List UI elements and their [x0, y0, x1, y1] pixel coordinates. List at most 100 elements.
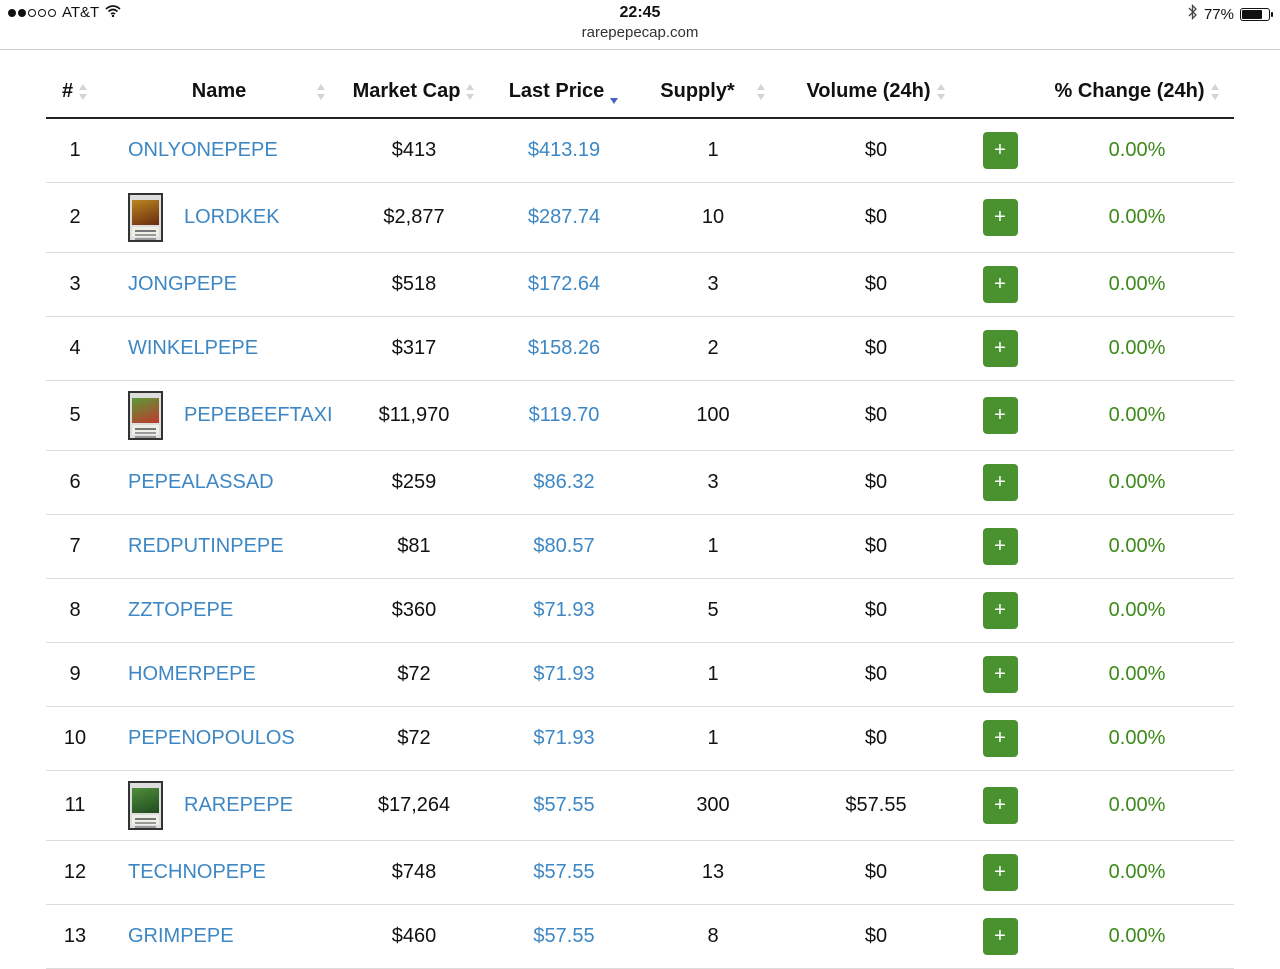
column-header-last-price[interactable]: Last Price [494, 66, 634, 119]
add-button[interactable]: + [982, 527, 1018, 565]
table-row: 5 PEPEBEEFTAXI $11,970 $119.70 100 $0 +0.00% [46, 380, 1234, 451]
asset-name-link[interactable]: PEPEALASSAD [128, 471, 274, 494]
rank-cell: 11 [46, 770, 104, 841]
rank-cell: 12 [46, 840, 104, 905]
add-button[interactable]: + [982, 396, 1018, 434]
add-button[interactable]: + [982, 198, 1018, 236]
change-cell: 0.00% [1040, 118, 1234, 183]
rank-cell: 8 [46, 578, 104, 643]
volume-cell: $0 [792, 514, 960, 579]
sort-icon [756, 83, 766, 100]
last-price-link[interactable]: $119.70 [494, 380, 634, 451]
asset-name-link[interactable]: HOMERPEPE [128, 663, 256, 686]
change-cell: 0.00% [1040, 380, 1234, 451]
asset-name-link[interactable]: WINKELPEPE [128, 337, 258, 360]
sort-icon [466, 83, 475, 100]
add-button[interactable]: + [982, 463, 1018, 501]
asset-name-link[interactable]: PEPENOPOULOS [128, 727, 295, 750]
asset-name-link[interactable]: ZZTOPEPE [128, 599, 233, 622]
add-button[interactable]: + [982, 917, 1018, 955]
url-bar[interactable]: rarepepecap.com [0, 24, 1280, 41]
last-price-link[interactable]: $57.55 [494, 904, 634, 969]
table-header-row: # Name Market Cap Last Price Supply* Vol… [46, 66, 1234, 119]
add-cell: + [960, 578, 1040, 643]
rank-cell: 10 [46, 706, 104, 771]
last-price-link[interactable]: $287.74 [494, 182, 634, 253]
market-cap-cell: $11,970 [334, 380, 494, 451]
add-cell: + [960, 770, 1040, 841]
rank-cell: 1 [46, 118, 104, 183]
rank-cell: 7 [46, 514, 104, 579]
asset-name-link[interactable]: ONLYONEPEPE [128, 139, 278, 162]
market-cap-cell: $72 [334, 642, 494, 707]
volume-cell: $0 [792, 182, 960, 253]
add-button[interactable]: + [982, 329, 1018, 367]
asset-name-link[interactable]: REDPUTINPEPE [128, 535, 284, 558]
column-header-change[interactable]: % Change (24h) [1040, 66, 1234, 119]
last-price-link[interactable]: $80.57 [494, 514, 634, 579]
card-thumbnail[interactable] [128, 390, 163, 440]
change-cell: 0.00% [1040, 316, 1234, 381]
last-price-link[interactable]: $158.26 [494, 316, 634, 381]
market-cap-cell: $518 [334, 252, 494, 317]
volume-cell: $0 [792, 118, 960, 183]
name-cell: ZZTOPEPE [104, 578, 334, 643]
name-cell: RAREPEPE [104, 770, 334, 841]
market-cap-cell: $2,877 [334, 182, 494, 253]
asset-name-link[interactable]: LORDKEK [184, 206, 280, 229]
add-button[interactable]: + [982, 719, 1018, 757]
add-cell: + [960, 316, 1040, 381]
volume-cell: $0 [792, 380, 960, 451]
card-thumbnail[interactable] [128, 192, 163, 242]
table-row: 13 GRIMPEPE $460 $57.55 8 $0 +0.00% [46, 904, 1234, 969]
table-row: 11 RAREPEPE $17,264 $57.55 300 $57.55 +0.00% [46, 770, 1234, 841]
column-header-rank[interactable]: # [46, 66, 104, 119]
rank-cell: 13 [46, 904, 104, 969]
sort-desc-icon [610, 84, 619, 104]
column-header-add [960, 66, 1040, 119]
asset-name-link[interactable]: GRIMPEPE [128, 925, 234, 948]
rank-cell: 4 [46, 316, 104, 381]
name-cell: PEPENOPOULOS [104, 706, 334, 771]
column-header-market-cap[interactable]: Market Cap [334, 66, 494, 119]
name-cell: ONLYONEPEPE [104, 118, 334, 183]
add-button[interactable]: + [982, 655, 1018, 693]
last-price-link[interactable]: $71.93 [494, 642, 634, 707]
supply-cell: 3 [634, 252, 792, 317]
market-cap-cell: $360 [334, 578, 494, 643]
battery-icon [1240, 7, 1273, 21]
last-price-link[interactable]: $71.93 [494, 706, 634, 771]
add-button[interactable]: + [982, 591, 1018, 629]
add-button[interactable]: + [982, 131, 1018, 169]
supply-cell: 10 [634, 182, 792, 253]
last-price-link[interactable]: $413.19 [494, 118, 634, 183]
supply-cell: 1 [634, 706, 792, 771]
asset-name-link[interactable]: TECHNOPEPE [128, 861, 266, 884]
asset-name-link[interactable]: PEPEBEEFTAXI [184, 404, 333, 427]
column-header-volume[interactable]: Volume (24h) [792, 66, 960, 119]
add-button[interactable]: + [982, 853, 1018, 891]
clock: 22:45 [619, 4, 661, 21]
last-price-link[interactable]: $86.32 [494, 450, 634, 515]
name-cell: HOMERPEPE [104, 642, 334, 707]
last-price-link[interactable]: $71.93 [494, 578, 634, 643]
add-button[interactable]: + [982, 265, 1018, 303]
column-header-name[interactable]: Name [104, 66, 334, 119]
header-divider [0, 49, 1280, 50]
asset-name-link[interactable]: JONGPEPE [128, 273, 237, 296]
sort-icon [317, 84, 326, 100]
asset-name-link[interactable]: RAREPEPE [184, 794, 293, 817]
last-price-link[interactable]: $57.55 [494, 770, 634, 841]
supply-cell: 8 [634, 904, 792, 969]
last-price-link[interactable]: $172.64 [494, 252, 634, 317]
card-thumbnail[interactable] [128, 780, 163, 830]
supply-cell: 1 [634, 118, 792, 183]
volume-cell: $0 [792, 578, 960, 643]
column-header-supply[interactable]: Supply* [634, 66, 792, 119]
last-price-link[interactable]: $57.55 [494, 840, 634, 905]
add-button[interactable]: + [982, 786, 1018, 824]
name-cell: GRIMPEPE [104, 904, 334, 969]
sort-icon [936, 83, 946, 100]
table-row: 1 ONLYONEPEPE $413 $413.19 1 $0 +0.00% [46, 118, 1234, 183]
name-cell: JONGPEPE [104, 252, 334, 317]
